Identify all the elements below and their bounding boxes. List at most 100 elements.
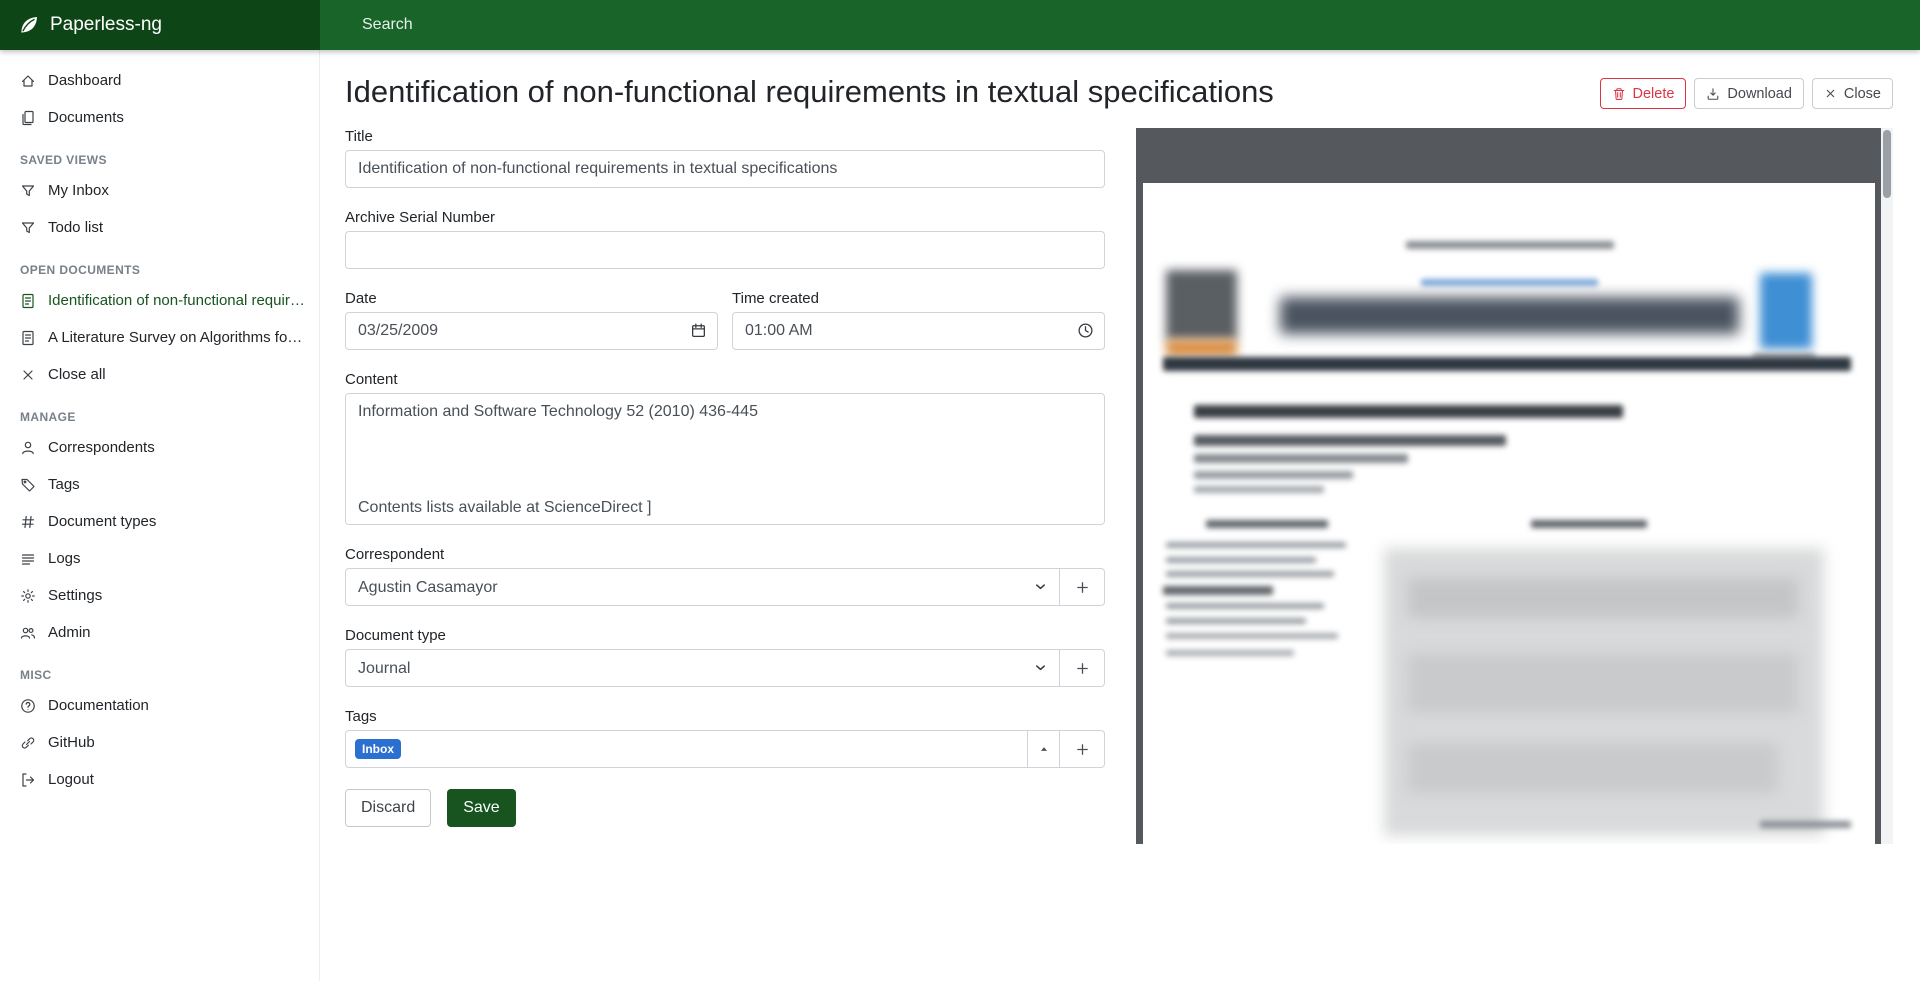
page-title: Identification of non-functional require… xyxy=(345,72,1274,112)
sidebar-item-label: Logs xyxy=(48,549,81,568)
sidebar-item-label: Close all xyxy=(48,365,106,384)
sidebar-item-label: Logout xyxy=(48,770,94,789)
x-icon xyxy=(20,367,36,383)
sidebar-item-label: A Literature Survey on Algorithms for Mu… xyxy=(48,328,305,347)
content-label: Content xyxy=(345,371,1105,388)
pdf-preview[interactable] xyxy=(1136,128,1893,844)
sidebar-item-logout[interactable]: Logout xyxy=(0,761,319,798)
sidebar-item-close-all[interactable]: Close all xyxy=(0,356,319,393)
pdf-blurred-content xyxy=(1166,603,1324,609)
pdf-blurred-content xyxy=(1760,821,1851,828)
pdf-blurred-content xyxy=(1406,241,1614,249)
leaf-logo-icon xyxy=(18,14,40,36)
pdf-blurred-content xyxy=(1194,486,1324,493)
sidebar-item-label: Settings xyxy=(48,586,102,605)
sidebar-open-document-2[interactable]: A Literature Survey on Algorithms for Mu… xyxy=(0,319,319,356)
pdf-blurred-content xyxy=(1408,653,1798,713)
app-brand[interactable]: Paperless-ng xyxy=(0,0,320,50)
title-input[interactable] xyxy=(345,150,1105,188)
sidebar-item-correspondents[interactable]: Correspondents xyxy=(0,429,319,466)
tags-dropdown-toggle[interactable] xyxy=(1028,730,1060,768)
time-created-input[interactable] xyxy=(732,312,1105,350)
pdf-scrollbar-thumb[interactable] xyxy=(1883,130,1891,198)
sidebar-item-label: My Inbox xyxy=(48,181,109,200)
sidebar-item-tags[interactable]: Tags xyxy=(0,466,319,503)
sidebar-item-label: Todo list xyxy=(48,218,103,237)
pdf-blurred-content xyxy=(1166,340,1237,356)
download-button-label: Download xyxy=(1727,86,1792,102)
funnel-icon xyxy=(20,220,36,236)
files-icon xyxy=(20,110,36,126)
plus-icon xyxy=(1075,661,1090,676)
archive-serial-number-input[interactable] xyxy=(345,231,1105,269)
header-actions: Delete Download Close xyxy=(1600,78,1894,109)
close-button[interactable]: Close xyxy=(1812,78,1893,109)
question-circle-icon xyxy=(20,698,36,714)
hash-icon xyxy=(20,514,36,530)
pdf-blurred-content xyxy=(1166,571,1334,577)
sidebar-item-dashboard[interactable]: Dashboard xyxy=(0,62,319,99)
download-button[interactable]: Download xyxy=(1694,78,1804,109)
sidebar-item-github[interactable]: GitHub xyxy=(0,724,319,761)
sidebar-item-logs[interactable]: Logs xyxy=(0,540,319,577)
save-button[interactable]: Save xyxy=(447,789,515,827)
sidebar-item-admin[interactable]: Admin xyxy=(0,614,319,651)
form-buttons: Discard Save xyxy=(345,789,1105,827)
document-type-select[interactable]: Journal xyxy=(345,649,1060,687)
discard-button[interactable]: Discard xyxy=(345,789,431,827)
page-header: Identification of non-functional require… xyxy=(320,50,1920,112)
file-text-icon xyxy=(20,330,36,346)
sidebar-item-todo-list[interactable]: Todo list xyxy=(0,209,319,246)
sidebar-item-my-inbox[interactable]: My Inbox xyxy=(0,172,319,209)
sidebar-heading-saved-views: SAVED VIEWS xyxy=(0,136,319,172)
content-textarea[interactable]: Information and Software Technology 52 (… xyxy=(345,393,1105,525)
sidebar-item-label: GitHub xyxy=(48,733,95,752)
sidebar-item-label: Documentation xyxy=(48,696,149,715)
pdf-blurred-content xyxy=(1194,471,1353,479)
add-document-type-button[interactable] xyxy=(1060,649,1105,687)
document-type-label: Document type xyxy=(345,627,1105,644)
logout-icon xyxy=(20,772,36,788)
search-area xyxy=(320,0,1920,50)
pdf-blurred-content xyxy=(1280,297,1739,334)
date-input[interactable] xyxy=(345,312,718,350)
pdf-blurred-content xyxy=(1421,279,1598,286)
pdf-blurred-content xyxy=(1760,273,1812,349)
delete-button[interactable]: Delete xyxy=(1600,78,1687,109)
pdf-blurred-content xyxy=(1194,435,1506,446)
sidebar-item-label: Identification of non-functional require… xyxy=(48,291,305,310)
correspondent-select[interactable]: Agustin Casamayor xyxy=(345,568,1060,606)
sidebar-item-documents[interactable]: Documents xyxy=(0,99,319,136)
pdf-blurred-content xyxy=(1206,520,1328,528)
sidebar-heading-manage: MANAGE xyxy=(0,393,319,429)
sidebar-item-label: Dashboard xyxy=(48,71,121,90)
sidebar-item-label: Admin xyxy=(48,623,91,642)
add-correspondent-button[interactable] xyxy=(1060,568,1105,606)
pdf-blurred-content xyxy=(1408,578,1798,618)
add-tag-button[interactable] xyxy=(1060,730,1105,768)
sidebar-open-document-1[interactable]: Identification of non-functional require… xyxy=(0,282,319,319)
pdf-blurred-content xyxy=(1166,270,1237,340)
list-icon xyxy=(20,551,36,567)
sidebar-item-document-types[interactable]: Document types xyxy=(0,503,319,540)
sidebar-item-settings[interactable]: Settings xyxy=(0,577,319,614)
gear-icon xyxy=(20,588,36,604)
pdf-blurred-content xyxy=(1166,542,1346,548)
date-label: Date xyxy=(345,290,718,307)
tags-input[interactable]: Inbox xyxy=(345,730,1028,768)
pdf-blurred-content xyxy=(1166,557,1316,563)
pdf-blurred-content xyxy=(1194,454,1408,463)
trash-icon xyxy=(1612,87,1626,101)
pdf-blurred-content xyxy=(1531,520,1647,528)
sidebar-item-documentation[interactable]: Documentation xyxy=(0,687,319,724)
person-icon xyxy=(20,440,36,456)
tag-badge-inbox[interactable]: Inbox xyxy=(355,739,401,759)
top-navbar: Paperless-ng xyxy=(0,0,1920,50)
archive-serial-number-label: Archive Serial Number xyxy=(345,209,1105,226)
pdf-scrollbar[interactable] xyxy=(1881,128,1893,844)
search-input[interactable] xyxy=(362,16,1122,34)
pdf-blurred-content xyxy=(1163,357,1851,371)
pdf-page xyxy=(1143,183,1875,844)
delete-button-label: Delete xyxy=(1633,86,1675,102)
sidebar-heading-open-documents: OPEN DOCUMENTS xyxy=(0,246,319,282)
